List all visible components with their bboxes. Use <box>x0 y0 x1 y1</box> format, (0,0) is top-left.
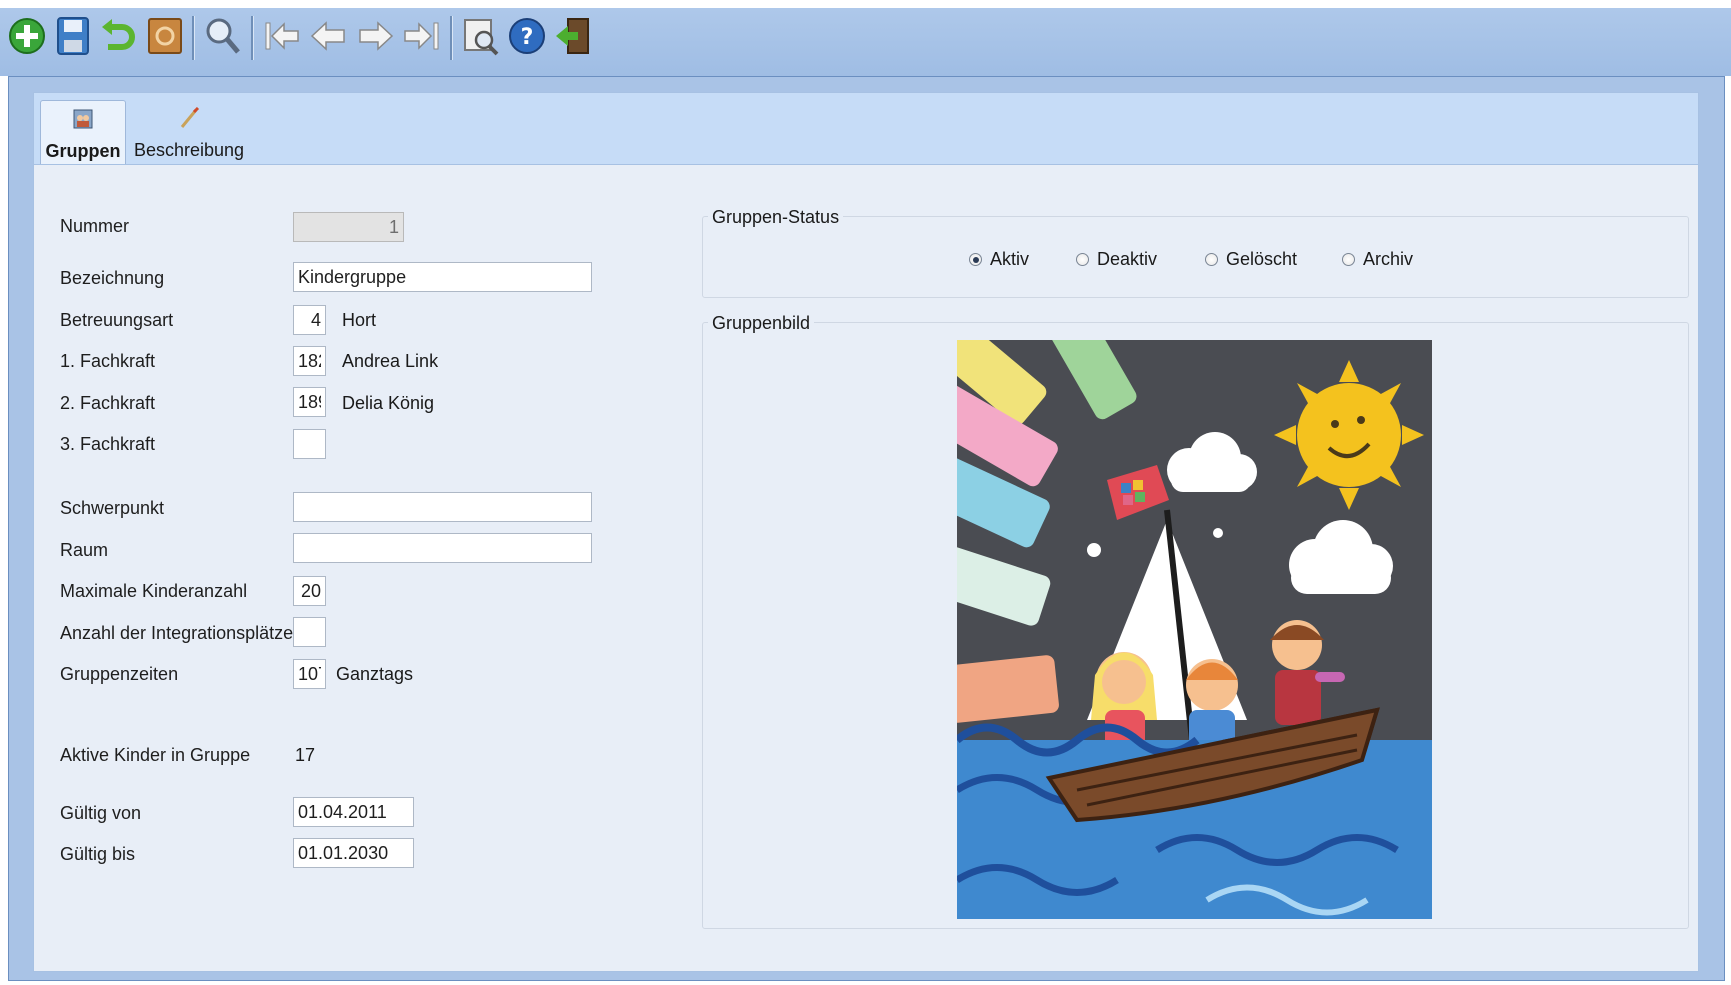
help-button[interactable]: ? <box>506 14 548 58</box>
betreuungsart-code-field[interactable] <box>293 305 326 335</box>
raum-label: Raum <box>60 540 109 560</box>
betreuungsart-label: Betreuungsart <box>60 310 174 330</box>
fachkraft2-name: Delia König <box>342 393 435 413</box>
undo-button[interactable] <box>96 14 138 58</box>
first-record-button[interactable] <box>262 14 304 58</box>
nummer-label: Nummer <box>60 216 130 236</box>
schwerpunkt-label: Schwerpunkt <box>60 498 165 518</box>
first-record-icon <box>265 22 299 50</box>
nummer-field <box>293 212 404 242</box>
radio-deaktiv[interactable]: Deaktiv <box>1076 249 1157 270</box>
svg-text:?: ? <box>521 25 534 50</box>
tab-beschreibung[interactable]: Beschreibung <box>124 100 254 165</box>
search-button[interactable] <box>202 14 244 58</box>
fachkraft1-name: Andrea Link <box>342 351 439 371</box>
undo-icon <box>102 19 135 50</box>
gueltig-von-field[interactable] <box>293 797 414 827</box>
max-kinder-label: Maximale Kinderanzahl <box>60 581 248 601</box>
radio-dot <box>1076 253 1089 266</box>
group-picture[interactable] <box>957 340 1432 919</box>
gruppenzeiten-code-field[interactable] <box>293 659 326 689</box>
gruppenzeiten-text: Ganztags <box>336 664 414 684</box>
radio-dot <box>1205 253 1218 266</box>
integrationsplaetze-label: Anzahl der Integrationsplätze <box>60 623 294 643</box>
exit-icon <box>556 18 589 54</box>
integrationsplaetze-field[interactable] <box>293 617 326 647</box>
gruppenbild-title: Gruppenbild <box>708 313 815 334</box>
aktive-kinder-value: 17 <box>295 745 316 765</box>
radio-geloescht[interactable]: Gelöscht <box>1205 249 1297 270</box>
aktive-kinder-label: Aktive Kinder in Gruppe <box>60 745 251 765</box>
print-preview-icon <box>464 19 499 56</box>
status-title: Gruppen-Status <box>708 207 844 228</box>
save-button[interactable] <box>52 14 94 58</box>
exit-button[interactable] <box>552 14 594 58</box>
toolbar: ? <box>0 8 1731 76</box>
max-kinder-field[interactable] <box>293 576 326 606</box>
next-record-button[interactable] <box>354 14 396 58</box>
next-record-icon <box>359 21 394 51</box>
status-groupbox <box>702 216 1689 298</box>
last-record-button[interactable] <box>400 14 442 58</box>
schwerpunkt-field[interactable] <box>293 492 592 522</box>
print-preview-button[interactable] <box>460 14 502 58</box>
gueltig-bis-field[interactable] <box>293 838 414 868</box>
save-icon <box>57 17 89 55</box>
radio-dot <box>969 253 982 266</box>
radio-aktiv[interactable]: Aktiv <box>969 249 1029 270</box>
radio-archiv[interactable]: Archiv <box>1342 249 1413 270</box>
add-button[interactable] <box>6 14 48 58</box>
gruppenzeiten-label: Gruppenzeiten <box>60 664 179 684</box>
fachkraft1-code-field[interactable] <box>293 346 326 376</box>
group-photo-icon <box>71 107 95 131</box>
gueltig-von-label: Gültig von <box>60 803 142 823</box>
recycle-icon <box>148 18 182 54</box>
betreuungsart-text: Hort <box>342 310 377 330</box>
tab-gruppen[interactable]: Gruppen <box>40 100 126 166</box>
fachkraft1-label: 1. Fachkraft <box>60 351 156 371</box>
fachkraft3-code-field[interactable] <box>293 429 326 459</box>
gueltig-bis-label: Gültig bis <box>60 844 136 864</box>
bezeichnung-field[interactable] <box>293 262 592 292</box>
radio-dot <box>1342 253 1355 266</box>
brush-icon <box>177 106 201 130</box>
fachkraft3-label: 3. Fachkraft <box>60 434 156 454</box>
recycle-button[interactable] <box>144 14 186 58</box>
fachkraft2-code-field[interactable] <box>293 387 326 417</box>
previous-record-button[interactable] <box>308 14 350 58</box>
last-record-icon <box>404 22 439 50</box>
help-icon: ? <box>509 18 545 54</box>
add-icon <box>9 18 45 54</box>
tab-strip: Gruppen Beschreibung <box>33 92 1699 166</box>
raum-field[interactable] <box>293 533 592 563</box>
previous-record-icon <box>310 21 345 51</box>
search-icon <box>206 18 240 54</box>
fachkraft2-label: 2. Fachkraft <box>60 393 156 413</box>
bezeichnung-label: Bezeichnung <box>60 268 165 288</box>
chalk-orange <box>957 655 1059 723</box>
